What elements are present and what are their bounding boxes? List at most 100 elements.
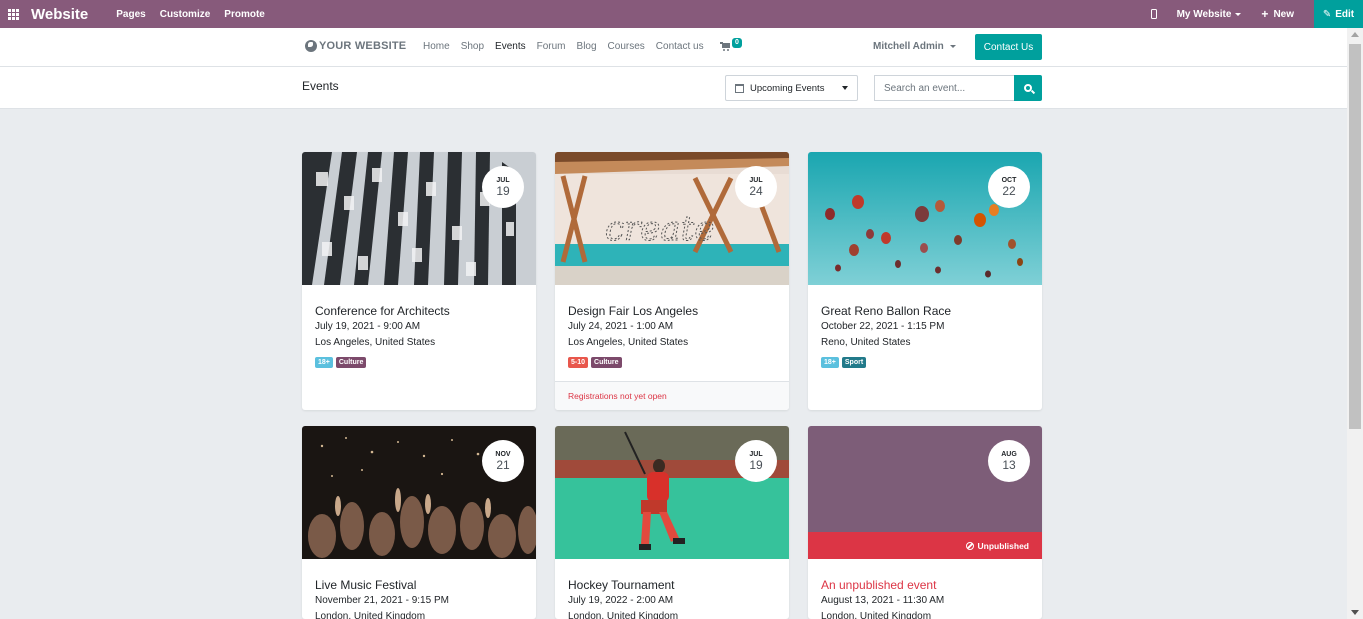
cart-count-badge: 0	[732, 38, 742, 48]
nav-contact-us[interactable]: Contact us	[656, 41, 704, 52]
nav-forum[interactable]: Forum	[537, 41, 566, 52]
event-tag: Culture	[335, 357, 367, 368]
new-button[interactable]: + New	[1261, 7, 1294, 21]
website-switcher-label: My Website	[1176, 8, 1232, 20]
event-tag: 18+	[315, 357, 333, 368]
event-image: OCT 22	[808, 152, 1042, 285]
search-input[interactable]	[874, 75, 1015, 101]
plus-icon: +	[1261, 7, 1269, 21]
scroll-down-arrow-icon[interactable]	[1351, 610, 1359, 615]
event-title[interactable]: Conference for Architects	[315, 304, 525, 319]
event-image: create JUL 24	[555, 152, 789, 285]
nav-home[interactable]: Home	[423, 41, 450, 52]
event-card-body: Hockey Tournament July 19, 2022 - 2:00 A…	[568, 578, 778, 619]
unpublished-banner: Unpublished	[808, 532, 1042, 559]
event-title[interactable]: Design Fair Los Angeles	[568, 304, 778, 319]
event-card[interactable]: NOV 21 Live Music Festival November 21, …	[302, 426, 536, 619]
date-badge: JUL 19	[735, 440, 777, 482]
event-date: August 13, 2021 - 11:30 AM	[821, 595, 945, 606]
event-image: JUL 19	[555, 426, 789, 559]
event-location: London, United Kingdom	[821, 611, 932, 619]
search-icon	[1023, 83, 1032, 92]
cart-icon	[720, 42, 731, 52]
menu-pages[interactable]: Pages	[116, 9, 145, 20]
event-date: October 22, 2021 - 1:15 PM	[821, 321, 945, 332]
svg-text:create: create	[605, 209, 714, 249]
search-button[interactable]	[1014, 75, 1042, 101]
chevron-down-icon	[949, 45, 956, 48]
nav-courses[interactable]: Courses	[608, 41, 645, 52]
edit-button[interactable]: ✎ Edit	[1314, 0, 1363, 28]
menu-customize[interactable]: Customize	[160, 9, 211, 20]
ban-icon	[965, 542, 974, 550]
site-header: YOUR WEBSITE Home Shop Events Forum Blog…	[0, 28, 1347, 67]
event-location: London, United Kingdom	[315, 611, 426, 619]
event-date: July 24, 2021 - 1:00 AM	[568, 321, 674, 332]
event-title[interactable]: An unpublished event	[821, 578, 1031, 593]
event-card[interactable]: JUL 19 Conference for Architects July 19…	[302, 152, 536, 410]
event-date: July 19, 2022 - 2:00 AM	[568, 595, 674, 606]
date-badge: AUG 13	[988, 440, 1030, 482]
date-day: 22	[1002, 183, 1016, 198]
date-badge: JUL 24	[735, 166, 777, 208]
mobile-preview-button[interactable]	[1150, 9, 1157, 19]
event-location: Los Angeles, United States	[568, 337, 689, 348]
date-badge: OCT 22	[988, 166, 1030, 208]
cart-link[interactable]: 0	[720, 38, 742, 52]
new-button-label: New	[1273, 8, 1294, 20]
website-switcher[interactable]: My Website	[1177, 9, 1242, 20]
event-tag: Sport	[841, 357, 867, 368]
apps-menu-icon[interactable]	[0, 0, 28, 28]
main-nav: Home Shop Events Forum Blog Courses Cont…	[423, 41, 715, 52]
date-day: 19	[496, 183, 510, 198]
date-day: 24	[749, 183, 763, 198]
nav-blog[interactable]: Blog	[577, 41, 597, 52]
event-tag: 18+	[821, 357, 839, 368]
event-location: Los Angeles, United States	[315, 337, 436, 348]
event-date: November 21, 2021 - 9:15 PM	[315, 595, 449, 606]
admin-top-bar: Website Pages Customize Promote My Websi…	[0, 0, 1363, 28]
events-filter-dropdown[interactable]: Upcoming Events	[725, 75, 858, 101]
filter-label: Upcoming Events	[750, 82, 825, 94]
edit-button-label: Edit	[1335, 8, 1355, 20]
user-name: Mitchell Admin	[873, 41, 944, 52]
event-location: London, United Kingdom	[568, 611, 679, 619]
date-badge: NOV 21	[482, 440, 524, 482]
page-scrollbar[interactable]	[1347, 28, 1363, 619]
event-title[interactable]: Hockey Tournament	[568, 578, 778, 593]
registration-status: Registrations not yet open	[555, 381, 789, 410]
event-image: JUL 19	[302, 152, 536, 285]
user-menu[interactable]: Mitchell Admin	[873, 41, 956, 52]
chevron-down-icon	[842, 86, 848, 90]
event-card-body: Conference for Architects July 19, 2021 …	[315, 304, 525, 368]
event-location: Reno, United States	[821, 337, 911, 348]
event-card[interactable]: JUL 19 Hockey Tournament July 19, 2022 -…	[555, 426, 789, 619]
mobile-icon	[1150, 9, 1157, 19]
menu-promote[interactable]: Promote	[224, 9, 265, 20]
event-card[interactable]: AUG 13 Unpublished An unpublished event …	[808, 426, 1042, 619]
date-day: 19	[749, 457, 763, 472]
pencil-icon: ✎	[1322, 8, 1332, 20]
event-tag: Culture	[591, 357, 622, 368]
contact-us-button[interactable]: Contact Us	[975, 34, 1042, 60]
event-title[interactable]: Live Music Festival	[315, 578, 525, 593]
event-image-placeholder: AUG 13 Unpublished	[808, 426, 1042, 559]
globe-icon	[305, 40, 317, 52]
nav-events[interactable]: Events	[495, 41, 526, 52]
scrollbar-thumb[interactable]	[1349, 44, 1361, 429]
event-card[interactable]: create JUL 24 Design Fair Los Angeles Ju…	[555, 152, 789, 410]
events-toolbar: Events Upcoming Events	[0, 67, 1347, 109]
nav-shop[interactable]: Shop	[461, 41, 484, 52]
event-title[interactable]: Great Reno Ballon Race	[821, 304, 1031, 319]
event-image: NOV 21	[302, 426, 536, 559]
event-card-body: Live Music Festival November 21, 2021 - …	[315, 578, 525, 619]
chevron-down-icon	[1235, 12, 1242, 16]
site-logo[interactable]: YOUR WEBSITE	[305, 40, 406, 52]
page-title: Events	[302, 79, 339, 93]
date-day: 13	[1002, 457, 1016, 472]
event-card[interactable]: OCT 22 Great Reno Ballon Race October 22…	[808, 152, 1042, 410]
scroll-up-arrow-icon[interactable]	[1351, 32, 1359, 37]
app-brand[interactable]: Website	[31, 6, 88, 23]
date-day: 21	[496, 457, 510, 472]
date-badge: JUL 19	[482, 166, 524, 208]
